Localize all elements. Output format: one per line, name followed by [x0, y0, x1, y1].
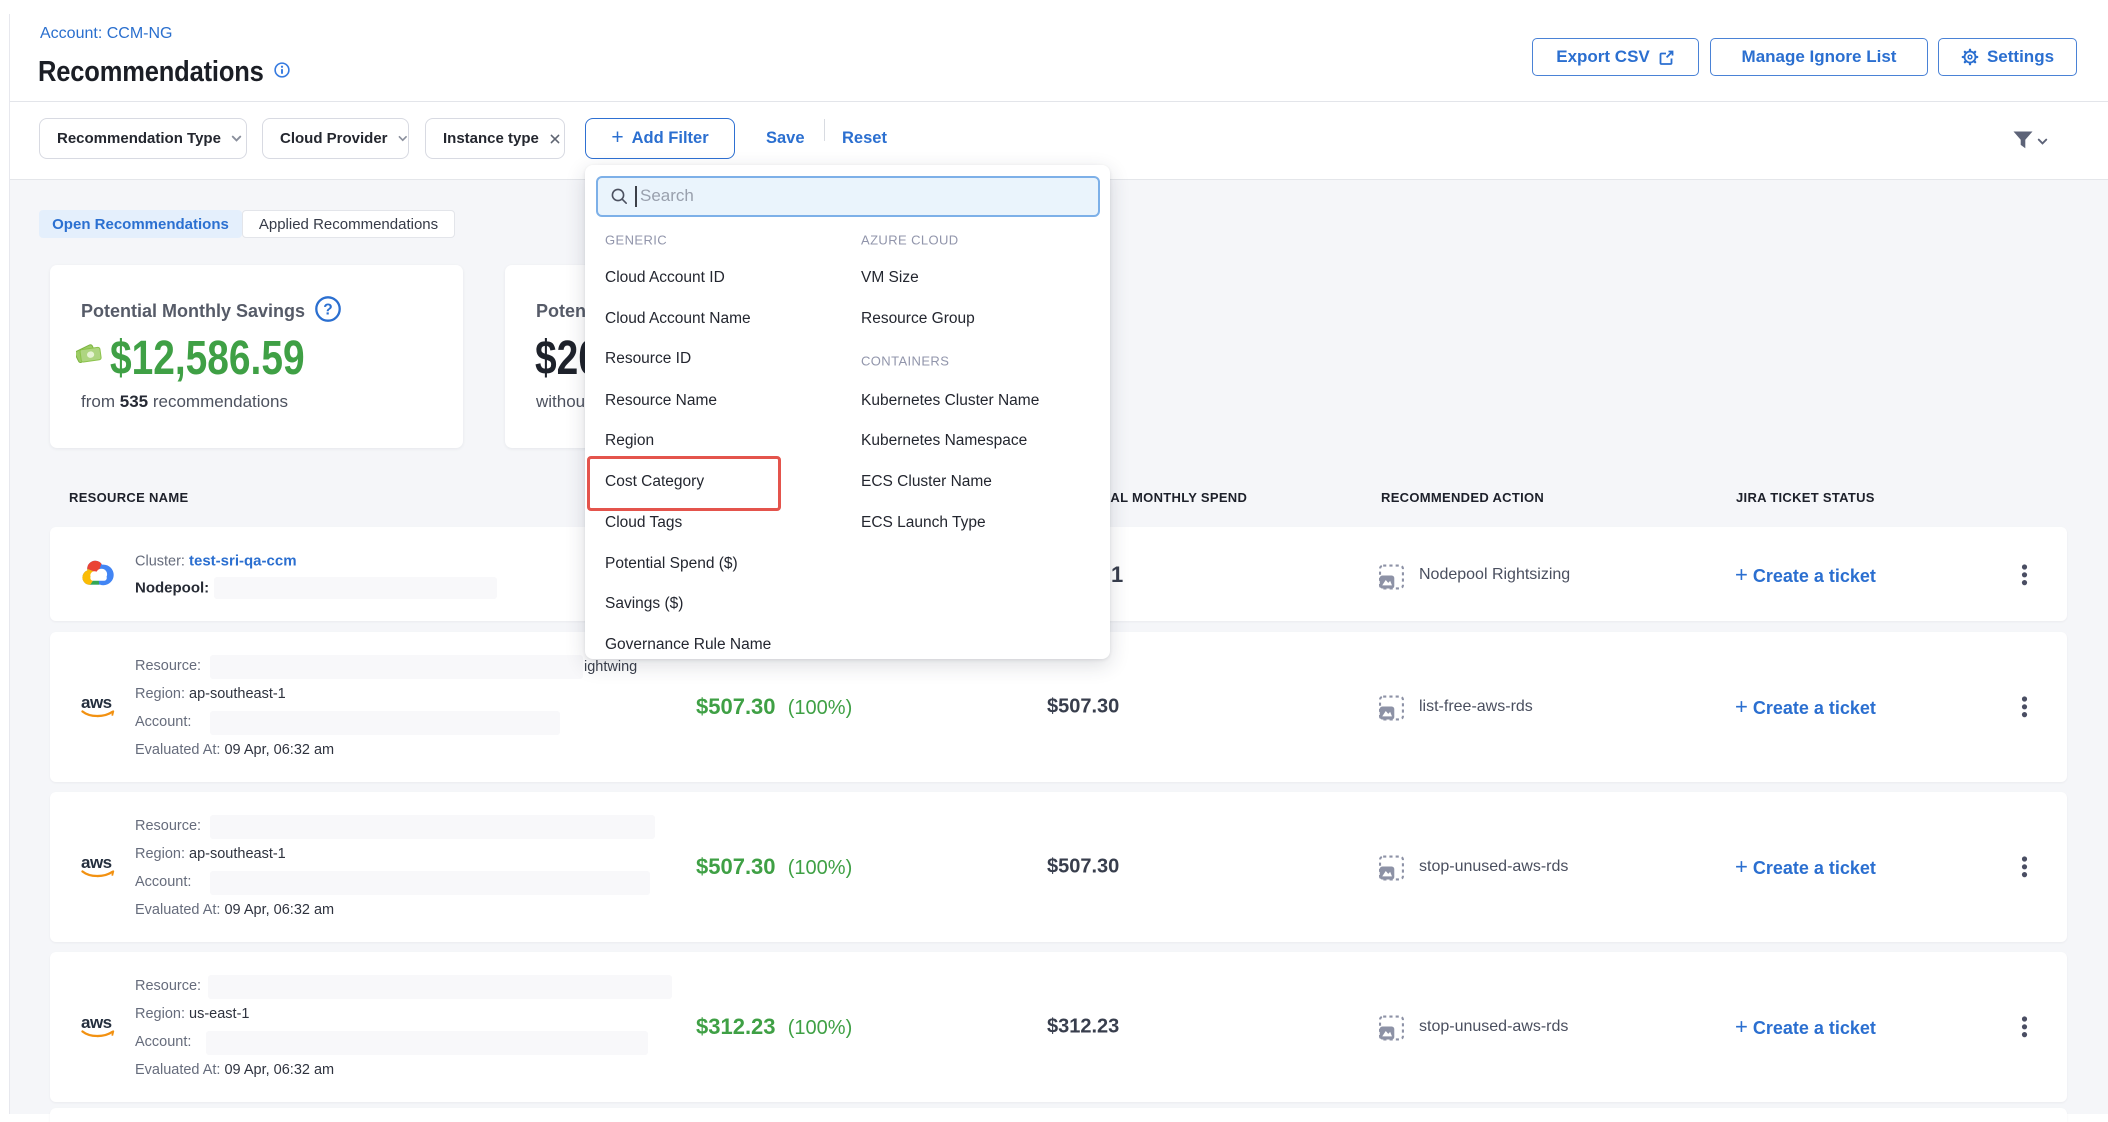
svg-text:aws: aws	[81, 854, 112, 872]
svg-text:aws: aws	[81, 1014, 112, 1032]
svg-text:aws: aws	[81, 694, 112, 712]
svg-text:?: ?	[323, 301, 332, 318]
